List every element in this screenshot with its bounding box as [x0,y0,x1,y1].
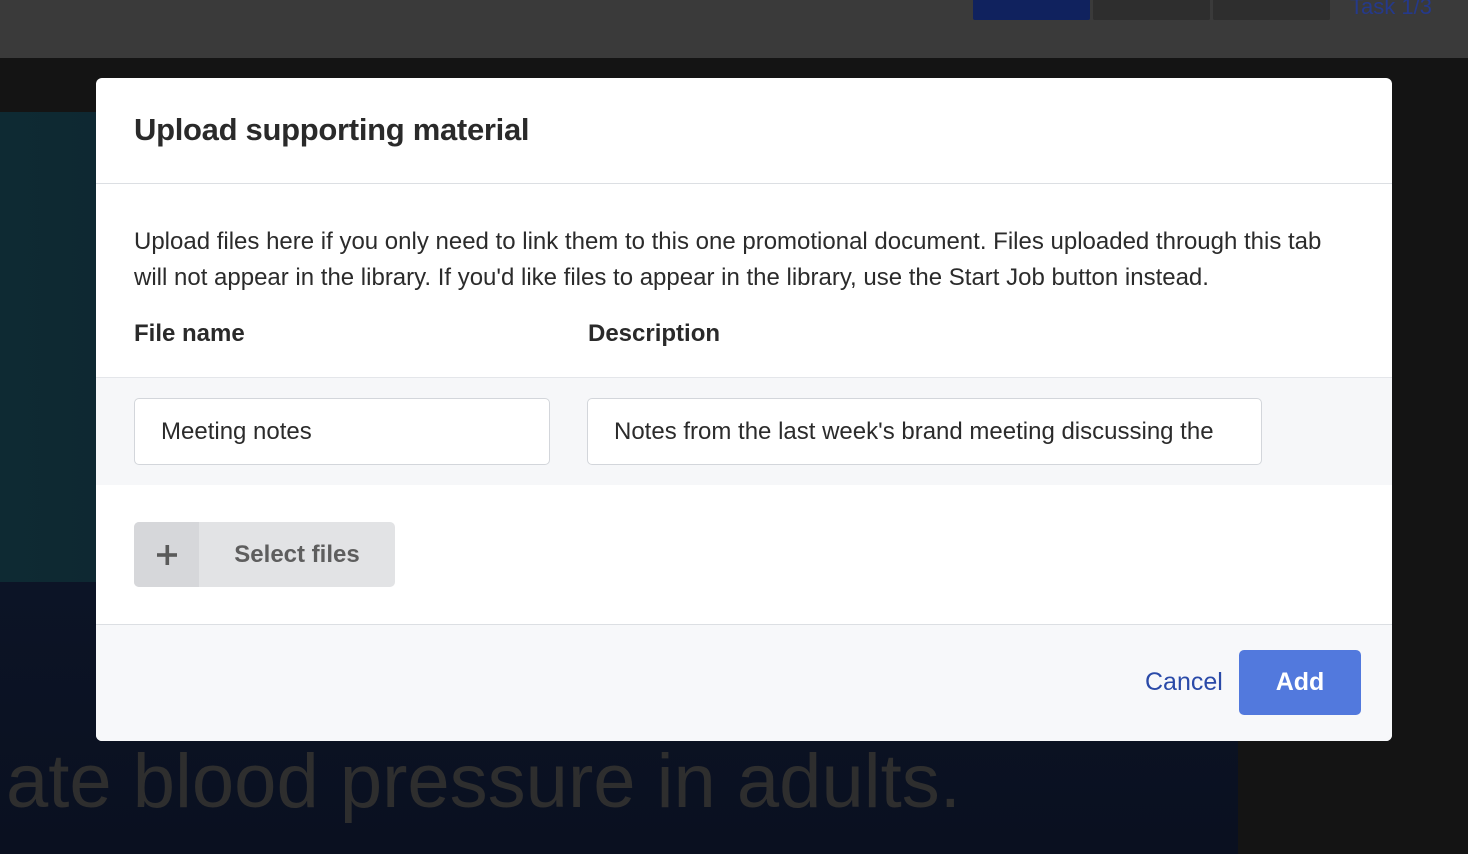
select-files-button[interactable]: Select files [134,522,395,587]
upload-supporting-material-dialog: Upload supporting material Upload files … [96,78,1392,741]
task-counter: Task 1/3 [1350,0,1432,19]
dialog-footer: Cancel Add [96,624,1392,741]
task-progress-segment-1 [973,0,1090,20]
dialog-title: Upload supporting material [134,112,530,147]
file-name-column-header: File name [134,320,245,347]
file-name-input[interactable]: Meeting notes [134,398,550,465]
select-files-label: Select files [234,540,360,568]
task-progress-segment-3 [1213,0,1330,20]
cancel-button[interactable]: Cancel [1145,668,1223,697]
add-button[interactable]: Add [1239,650,1361,715]
task-progress-segment-2 [1093,0,1210,20]
description-column-header: Description [588,320,721,347]
app-top-bar: Task 1/3 [0,0,1468,58]
description-input[interactable]: Notes from the last week's brand meeting… [587,398,1262,465]
background-document-text: ate blood pressure in adults. [6,739,961,824]
dialog-header: Upload supporting material [96,78,1392,184]
file-row: Meeting notes Notes from the last week's… [96,377,1392,485]
plus-icon [134,522,199,587]
dialog-intro-text: Upload files here if you only need to li… [134,228,1322,291]
